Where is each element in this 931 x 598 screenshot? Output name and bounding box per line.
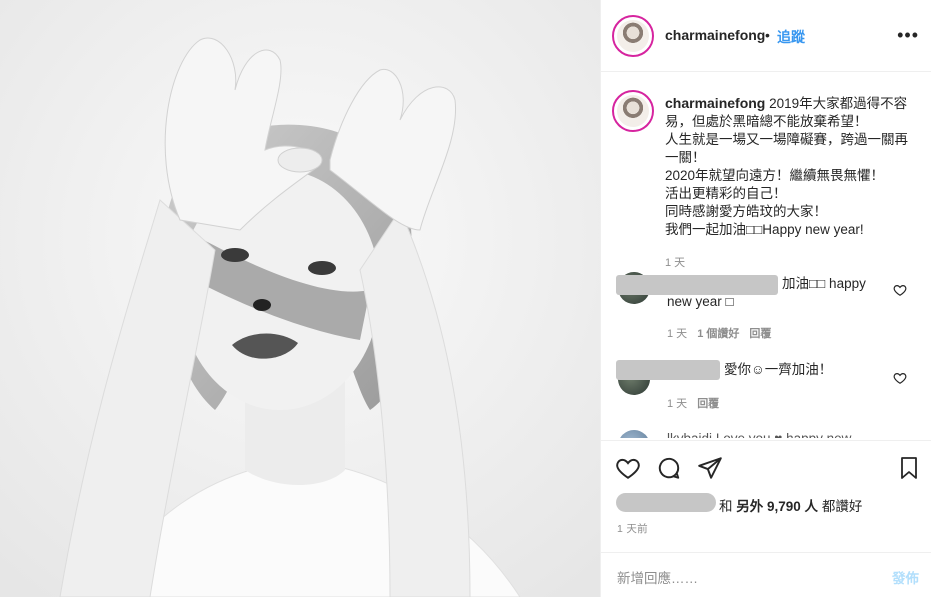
redacted-username [616, 275, 778, 295]
share-icon[interactable] [697, 455, 723, 481]
comments-list[interactable]: charmainefong 2019年大家都過得不容易，但處於黑暗總不能放棄希望… [601, 72, 931, 438]
add-comment-bar: 新增回應…… 發佈 [601, 552, 931, 598]
likes-summary: 和 另外 9,790 人 都讚好 [719, 495, 862, 515]
likes-suffix: 都讚好 [818, 499, 863, 514]
comment-time: 1 天 [667, 328, 688, 340]
caption-text: charmainefong 2019年大家都過得不容易，但處於黑暗總不能放棄希望… [665, 94, 915, 239]
comment-meta: 1 天回覆 [667, 395, 719, 411]
reply-button[interactable]: 回覆 [749, 328, 771, 340]
caption-username[interactable]: charmainefong [665, 95, 765, 111]
likes-middle: 和 [719, 499, 737, 514]
comment-likes[interactable]: 1 個讚好 [697, 328, 739, 340]
comment-text-continued: new year □ [667, 294, 734, 309]
follow-button[interactable]: 追蹤 [777, 27, 805, 47]
author-username[interactable]: charmainefong [665, 27, 765, 43]
comment-icon[interactable] [656, 455, 682, 481]
comment-avatar[interactable] [618, 430, 650, 438]
redacted-liker-name [616, 493, 716, 512]
more-horizontal-icon[interactable]: ••• [897, 25, 919, 46]
caption-time: 1 天 [665, 257, 686, 269]
comment-text: 愛你☺一齊加油！ [724, 362, 833, 377]
bookmark-icon[interactable] [897, 455, 921, 481]
author-avatar[interactable] [612, 15, 654, 57]
separator-dot: • [765, 27, 770, 43]
comment-text: 加油□□ happy [782, 276, 866, 291]
post-time: 1 天前 [617, 523, 648, 535]
redacted-username [616, 360, 720, 380]
post-header: charmainefong • 追蹤 ••• [601, 0, 931, 72]
comment-time: 1 天 [667, 398, 688, 410]
comment-text-partial: lkybaidi I ove you ♥ happy new [667, 430, 851, 438]
post-comment-button[interactable]: 發佈 [892, 567, 919, 587]
caption-avatar[interactable] [612, 90, 654, 132]
add-comment-input[interactable]: 新增回應…… [617, 567, 698, 587]
post-side-panel: charmainefong • 追蹤 ••• charmainefong 201… [601, 0, 931, 597]
comment-meta: 1 天 1 個讚好 回覆 [667, 325, 771, 341]
others-likes-link[interactable]: 另外 9,790 人 [736, 499, 818, 514]
post-photo-art [0, 0, 600, 597]
comment-heart-icon[interactable] [893, 283, 907, 297]
heart-icon[interactable] [615, 455, 641, 481]
caption-body: 2019年大家都過得不容易，但處於黑暗總不能放棄希望！ 人生就是一場又一場障礙賽… [665, 96, 908, 237]
comment-heart-icon[interactable] [893, 371, 907, 385]
reply-button[interactable]: 回覆 [697, 398, 719, 410]
post-photo[interactable] [0, 0, 600, 597]
post-actions: 和 另外 9,790 人 都讚好 1 天前 新增回應…… 發佈 [601, 440, 931, 591]
